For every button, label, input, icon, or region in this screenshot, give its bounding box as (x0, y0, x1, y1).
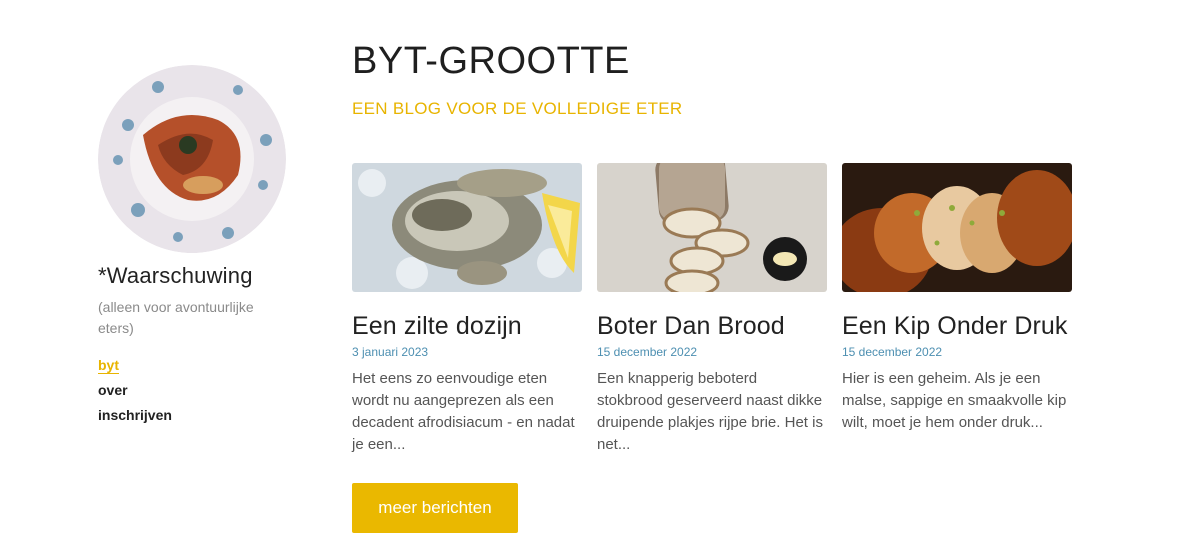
post-list: Een zilte dozijn 3 januari 2023 Het eens… (352, 163, 1072, 456)
post-excerpt: Hier is een geheim. Als je een malse, sa… (842, 370, 1067, 431)
sidebar-nav: byt over inschrijven (98, 353, 298, 428)
nav-item-over[interactable]: over (98, 378, 298, 403)
post-image-bread[interactable] (597, 163, 827, 292)
post-date: 15 december 2022 (842, 345, 943, 359)
nav-item-label: byt (98, 357, 119, 374)
site-subtitle: (alleen voor avontuurlijke eters) (98, 299, 254, 336)
more-posts-button[interactable]: meer berichten (352, 483, 518, 533)
post-title[interactable]: Een zilte dozijn (352, 312, 582, 341)
post-excerpt: Een knapperig beboterd stokbrood geserve… (597, 370, 823, 453)
post-image-chicken[interactable] (842, 163, 1072, 292)
post-date: 3 januari 2023 (352, 345, 429, 359)
nav-item-byt[interactable]: byt (98, 353, 298, 378)
post-card[interactable]: Boter Dan Brood 15 december 2022 Een kna… (597, 163, 827, 456)
post-card[interactable]: Een zilte dozijn 3 januari 2023 Het eens… (352, 163, 582, 456)
page-title: BYT-GROOTTE (352, 40, 630, 82)
post-excerpt: Het eens zo eenvoudige eten wordt nu aan… (352, 370, 575, 453)
post-title[interactable]: Een Kip Onder Druk (842, 312, 1072, 341)
post-date: 15 december 2022 (597, 345, 698, 359)
nav-item-inschrijven[interactable]: inschrijven (98, 403, 298, 428)
post-card[interactable]: Een Kip Onder Druk 15 december 2022 Hier… (842, 163, 1072, 456)
main-content: BYT-GROOTTE EEN BLOG VOOR DE VOLLEDIGE E… (352, 40, 1072, 533)
post-title[interactable]: Boter Dan Brood (597, 312, 827, 341)
page-tagline: EEN BLOG VOOR DE VOLLEDIGE ETER (352, 99, 683, 118)
site-title: *Waarschuwing (98, 263, 253, 288)
post-image-oysters[interactable] (352, 163, 582, 292)
sidebar: *Waarschuwing (alleen voor avontuurlijke… (98, 65, 298, 428)
avatar-plate-image[interactable] (98, 65, 286, 253)
